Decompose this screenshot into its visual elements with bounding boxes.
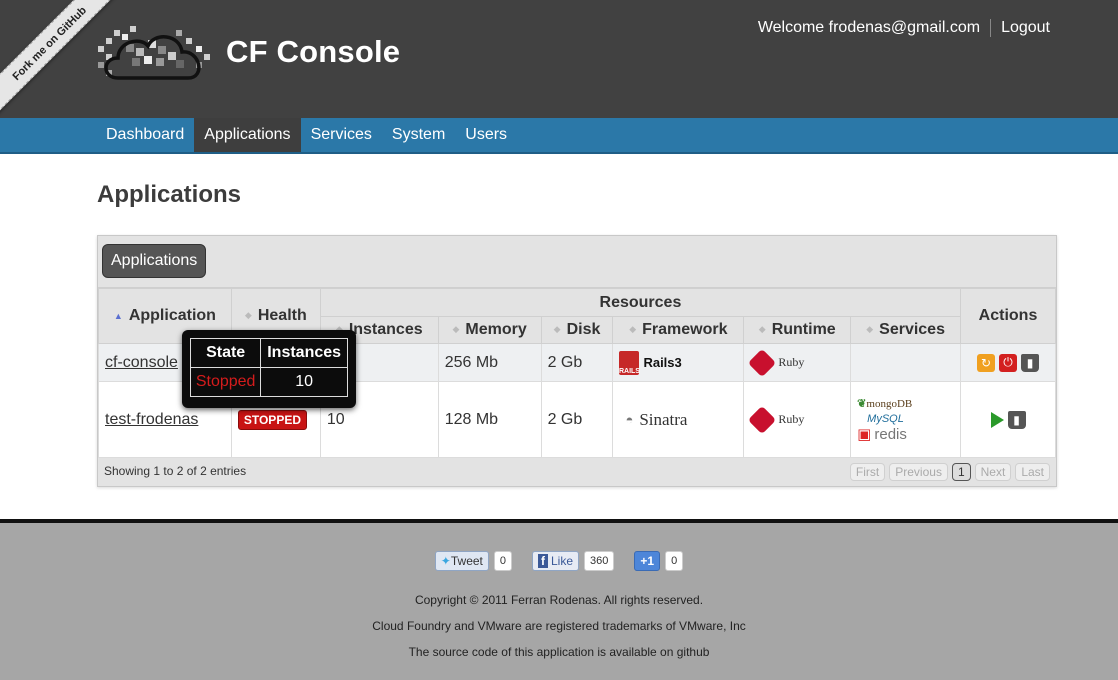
welcome-text: Welcome frodenas@gmail.com (757, 19, 981, 36)
tweet-count: 0 (493, 551, 512, 571)
user-bar: Welcome frodenas@gmail.com Logout (758, 19, 1050, 37)
delete-icon[interactable]: ▮ (1007, 410, 1026, 429)
col-services[interactable]: ◆ Services (850, 316, 962, 344)
sort-icon: ◆ (758, 324, 766, 335)
col-disk[interactable]: ◆ Disk (540, 316, 614, 344)
framework-cell: ◓ Sinatra (612, 381, 745, 458)
tooltip-instances-header: Instances (260, 338, 348, 368)
sort-asc-icon: ▲ (113, 310, 123, 321)
nav-system[interactable]: System (382, 118, 455, 152)
sort-icon: ◆ (866, 324, 874, 335)
leaf-icon: ❦ (857, 398, 867, 410)
col-actions: Actions (960, 288, 1056, 344)
sinatra-hat-icon: ◓ (625, 412, 634, 427)
disk-cell: 2 Gb (540, 381, 614, 458)
page-title: Applications (97, 181, 242, 208)
mysql-logo: MySQL (867, 413, 904, 425)
actions-cell: ↻ ⏻ ▮ (960, 343, 1056, 382)
framework-cell: RAILS Rails3 (612, 343, 745, 382)
panel-tab-applications[interactable]: Applications (102, 244, 207, 278)
memory-cell: 256 Mb (437, 343, 542, 382)
sort-icon: ◆ (244, 310, 252, 321)
copyright-text: Copyright © 2011 Ferran Rodenas. All rig… (414, 593, 704, 607)
panel-toolbar: Applications (98, 236, 1056, 288)
footer: ✦Tweet 0 f Like 360 +1 0 Copyright © 2011… (0, 519, 1118, 680)
nav-users[interactable]: Users (455, 118, 517, 152)
col-runtime[interactable]: ◆ Runtime (743, 316, 852, 344)
plusone-count: 0 (665, 551, 684, 571)
restart-icon[interactable]: ↻ (977, 353, 996, 372)
pager-next[interactable]: Next (974, 463, 1012, 481)
twitter-bird-icon: ✦ (440, 554, 451, 568)
pager-previous[interactable]: Previous (889, 463, 948, 481)
nav-applications[interactable]: Applications (194, 118, 301, 152)
tooltip-state-header: State (189, 338, 262, 368)
disk-cell: 2 Gb (540, 343, 614, 382)
rails-logo-icon: RAILS (619, 350, 640, 375)
sort-icon: ◆ (452, 324, 460, 335)
redis-logo: ▣ redis (857, 426, 907, 443)
services-cell (850, 343, 962, 382)
divider (990, 19, 992, 37)
col-framework[interactable]: ◆ Framework (612, 316, 745, 344)
mongodb-logo: ❦mongoDB (857, 398, 913, 410)
pager-page-1[interactable]: 1 (951, 463, 971, 481)
col-resources: Resources (319, 288, 962, 317)
app-link[interactable]: cf-console (105, 354, 178, 371)
source-text[interactable]: The source code of this application is a… (0, 645, 1118, 659)
actions-cell: ▮ (960, 381, 1056, 458)
pagination: First Previous 1 Next Last (849, 463, 1050, 481)
tweet-button[interactable]: ✦Tweet 0 (434, 551, 512, 571)
plusone-button[interactable]: +1 0 (634, 551, 684, 571)
social-buttons: ✦Tweet 0 f Like 360 +1 0 (0, 551, 1118, 571)
sort-icon: ◆ (629, 324, 637, 335)
sort-icon: ◆ (553, 324, 561, 335)
status-tooltip: State Instances Stopped 10 (182, 330, 356, 408)
stop-icon[interactable]: ⏻ (999, 353, 1018, 372)
nav-services[interactable]: Services (301, 118, 382, 152)
facebook-icon: f (538, 554, 548, 568)
pager-last[interactable]: Last (1015, 463, 1050, 481)
trademark-text: Cloud Foundry and VMware are registered … (372, 619, 746, 633)
like-button[interactable]: f Like 360 (532, 551, 615, 571)
runtime-cell: Ruby (743, 343, 852, 382)
logout-link[interactable]: Logout (1001, 19, 1050, 37)
services-cell: ❦mongoDB MySQL ▣ redis (850, 381, 962, 458)
pager-first[interactable]: First (849, 463, 886, 481)
delete-icon[interactable]: ▮ (1021, 353, 1040, 372)
like-count: 360 (584, 551, 615, 571)
col-memory[interactable]: ◆ Memory (437, 316, 542, 344)
table-info: Showing 1 to 2 of 2 entries (104, 464, 247, 478)
app-link[interactable]: test-frodenas (105, 411, 198, 428)
brand-title[interactable]: CF Console (226, 34, 400, 70)
main-nav: Dashboard Applications Services System U… (0, 118, 1118, 154)
status-badge: STOPPED (237, 409, 307, 430)
ruby-gem-icon (748, 405, 777, 434)
cloud-logo-icon (98, 26, 210, 80)
ruby-gem-icon (748, 348, 777, 377)
table-footer: Showing 1 to 2 of 2 entries First Previo… (98, 458, 1056, 486)
memory-cell: 128 Mb (437, 381, 542, 458)
start-icon[interactable] (990, 411, 1004, 428)
runtime-cell: Ruby (743, 381, 852, 458)
redis-cube-icon: ▣ (857, 426, 872, 443)
tooltip-instances: 10 (260, 367, 348, 397)
tooltip-state: Stopped (189, 367, 262, 397)
nav-dashboard[interactable]: Dashboard (96, 118, 194, 152)
header: Fork me on GitHub CF Console Welcome fro… (0, 0, 1118, 120)
